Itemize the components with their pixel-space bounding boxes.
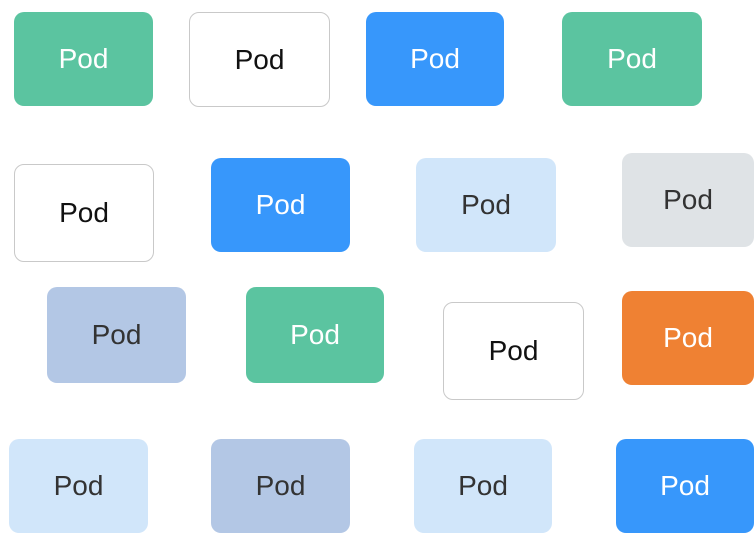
- pod-box: Pod: [14, 12, 153, 106]
- pod-label: Pod: [660, 470, 710, 501]
- pod-box: Pod: [562, 12, 702, 106]
- pod-box: Pod: [366, 12, 504, 106]
- pod-label: Pod: [461, 189, 511, 220]
- pod-box: Pod: [14, 164, 154, 262]
- pod-box: Pod: [616, 439, 754, 533]
- pod-box: Pod: [416, 158, 556, 252]
- pod-box: Pod: [211, 439, 350, 533]
- pod-box: Pod: [246, 287, 384, 383]
- pod-label: Pod: [410, 43, 460, 74]
- pod-label: Pod: [663, 184, 713, 215]
- pod-label: Pod: [488, 335, 539, 366]
- pod-label: Pod: [607, 43, 657, 74]
- pod-box: Pod: [211, 158, 350, 252]
- pod-label: Pod: [663, 322, 713, 353]
- pod-label: Pod: [458, 470, 508, 501]
- pod-label: Pod: [59, 197, 109, 228]
- pod-box: Pod: [9, 439, 148, 533]
- pod-grid: Pod Pod Pod Pod Pod Pod Pod Pod Pod Pod …: [0, 0, 754, 533]
- pod-label: Pod: [58, 43, 109, 74]
- pod-box: Pod: [47, 287, 186, 383]
- pod-label: Pod: [255, 470, 306, 501]
- pod-box: Pod: [622, 153, 754, 247]
- pod-label: Pod: [255, 189, 306, 220]
- pod-label: Pod: [290, 319, 340, 350]
- pod-label: Pod: [53, 470, 104, 501]
- pod-box: Pod: [414, 439, 552, 533]
- pod-label: Pod: [234, 43, 285, 75]
- pod-label: Pod: [91, 319, 142, 350]
- pod-box: Pod: [189, 12, 330, 107]
- pod-box: Pod: [443, 302, 584, 400]
- pod-box: Pod: [622, 291, 754, 385]
